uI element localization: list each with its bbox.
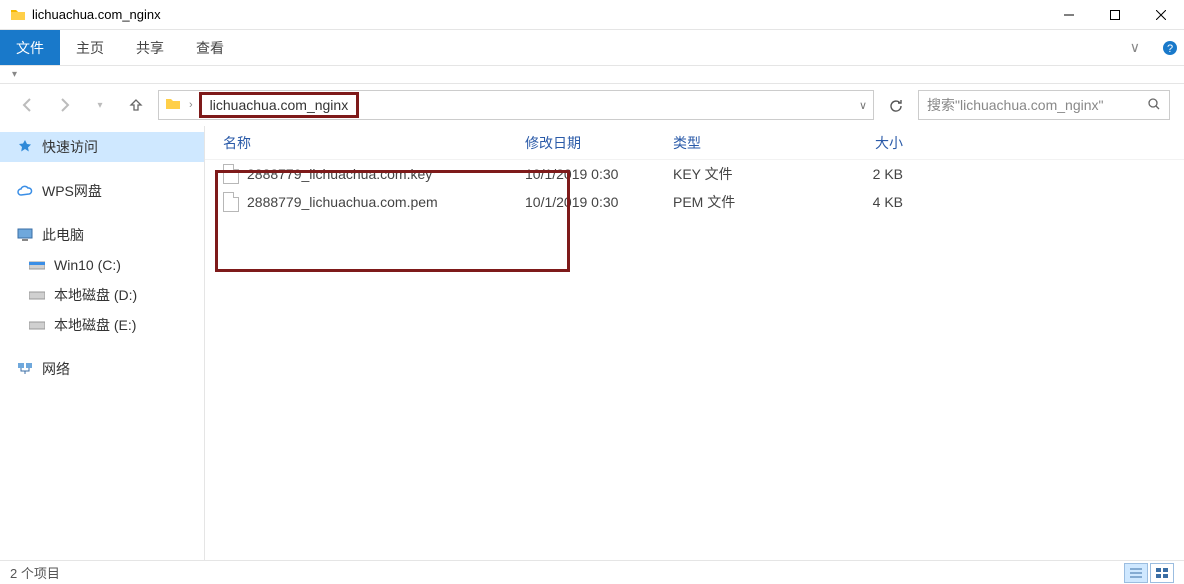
drive-icon (28, 286, 46, 304)
col-name[interactable]: 名称 (205, 133, 525, 153)
maximize-button[interactable] (1092, 0, 1138, 29)
folder-icon (10, 7, 26, 23)
pc-icon (16, 226, 34, 244)
sidebar-network[interactable]: 网络 (0, 354, 204, 384)
sidebar: 快速访问 WPS网盘 此电脑 Win10 (C:) 本地磁盘 (D:) (0, 126, 205, 560)
svg-text:?: ? (1167, 43, 1173, 55)
window-title: lichuachua.com_nginx (32, 7, 1046, 22)
chevron-right-icon[interactable]: › (189, 99, 193, 111)
file-row[interactable]: 2888779_lichuachua.com.pem 10/1/2019 0:3… (205, 188, 1184, 216)
back-button[interactable] (14, 91, 42, 119)
title-bar: lichuachua.com_nginx (0, 0, 1184, 30)
close-button[interactable] (1138, 0, 1184, 29)
star-icon (16, 138, 34, 156)
forward-button[interactable] (50, 91, 78, 119)
sidebar-drive-c[interactable]: Win10 (C:) (0, 250, 204, 280)
minimize-button[interactable] (1046, 0, 1092, 29)
tab-home[interactable]: 主页 (60, 30, 120, 65)
col-size[interactable]: 大小 (823, 133, 913, 153)
sidebar-this-pc[interactable]: 此电脑 (0, 220, 204, 250)
network-icon (16, 360, 34, 378)
chevron-down-icon[interactable]: ∨ (859, 99, 867, 112)
col-type[interactable]: 类型 (673, 133, 823, 153)
drive-icon (28, 256, 46, 274)
status-text: 2 个项目 (10, 563, 60, 582)
tab-file[interactable]: 文件 (0, 30, 60, 65)
up-button[interactable] (122, 91, 150, 119)
cloud-icon (16, 182, 34, 200)
nav-row: ▾ › lichuachua.com_nginx ∨ 搜索"lichuachua… (0, 84, 1184, 126)
sidebar-drive-d[interactable]: 本地磁盘 (D:) (0, 280, 204, 310)
drive-icon (28, 316, 46, 334)
column-headers: 名称 修改日期 类型 大小 (205, 126, 1184, 160)
search-placeholder: 搜索"lichuachua.com_nginx" (927, 95, 1103, 115)
view-icons-button[interactable] (1150, 563, 1174, 583)
search-input[interactable]: 搜索"lichuachua.com_nginx" (918, 90, 1170, 120)
sidebar-drive-e[interactable]: 本地磁盘 (E:) (0, 310, 204, 340)
file-icon (223, 192, 239, 212)
ribbon-collapse-icon[interactable]: ∨ (1114, 30, 1156, 65)
help-icon[interactable]: ? (1156, 30, 1184, 65)
sidebar-wps[interactable]: WPS网盘 (0, 176, 204, 206)
file-row[interactable]: 2888779_lichuachua.com.key 10/1/2019 0:3… (205, 160, 1184, 188)
recent-dropdown-icon[interactable]: ▾ (86, 91, 114, 119)
file-pane: 名称 修改日期 类型 大小 2888779_lichuachua.com.key… (205, 126, 1184, 560)
status-bar: 2 个项目 (0, 560, 1184, 584)
folder-icon (165, 96, 181, 115)
quick-access-toolbar: ▾ (0, 66, 1184, 84)
tab-view[interactable]: 查看 (180, 30, 240, 65)
search-icon (1147, 97, 1161, 114)
tab-share[interactable]: 共享 (120, 30, 180, 65)
chevron-down-icon[interactable]: ▾ (12, 69, 17, 80)
col-date[interactable]: 修改日期 (525, 133, 673, 153)
file-icon (223, 164, 239, 184)
breadcrumb-current[interactable]: lichuachua.com_nginx (199, 92, 360, 118)
sidebar-quick-access[interactable]: 快速访问 (0, 132, 204, 162)
view-details-button[interactable] (1124, 563, 1148, 583)
ribbon: 文件 主页 共享 查看 ∨ ? (0, 30, 1184, 66)
refresh-button[interactable] (882, 91, 910, 119)
address-bar[interactable]: › lichuachua.com_nginx ∨ (158, 90, 874, 120)
